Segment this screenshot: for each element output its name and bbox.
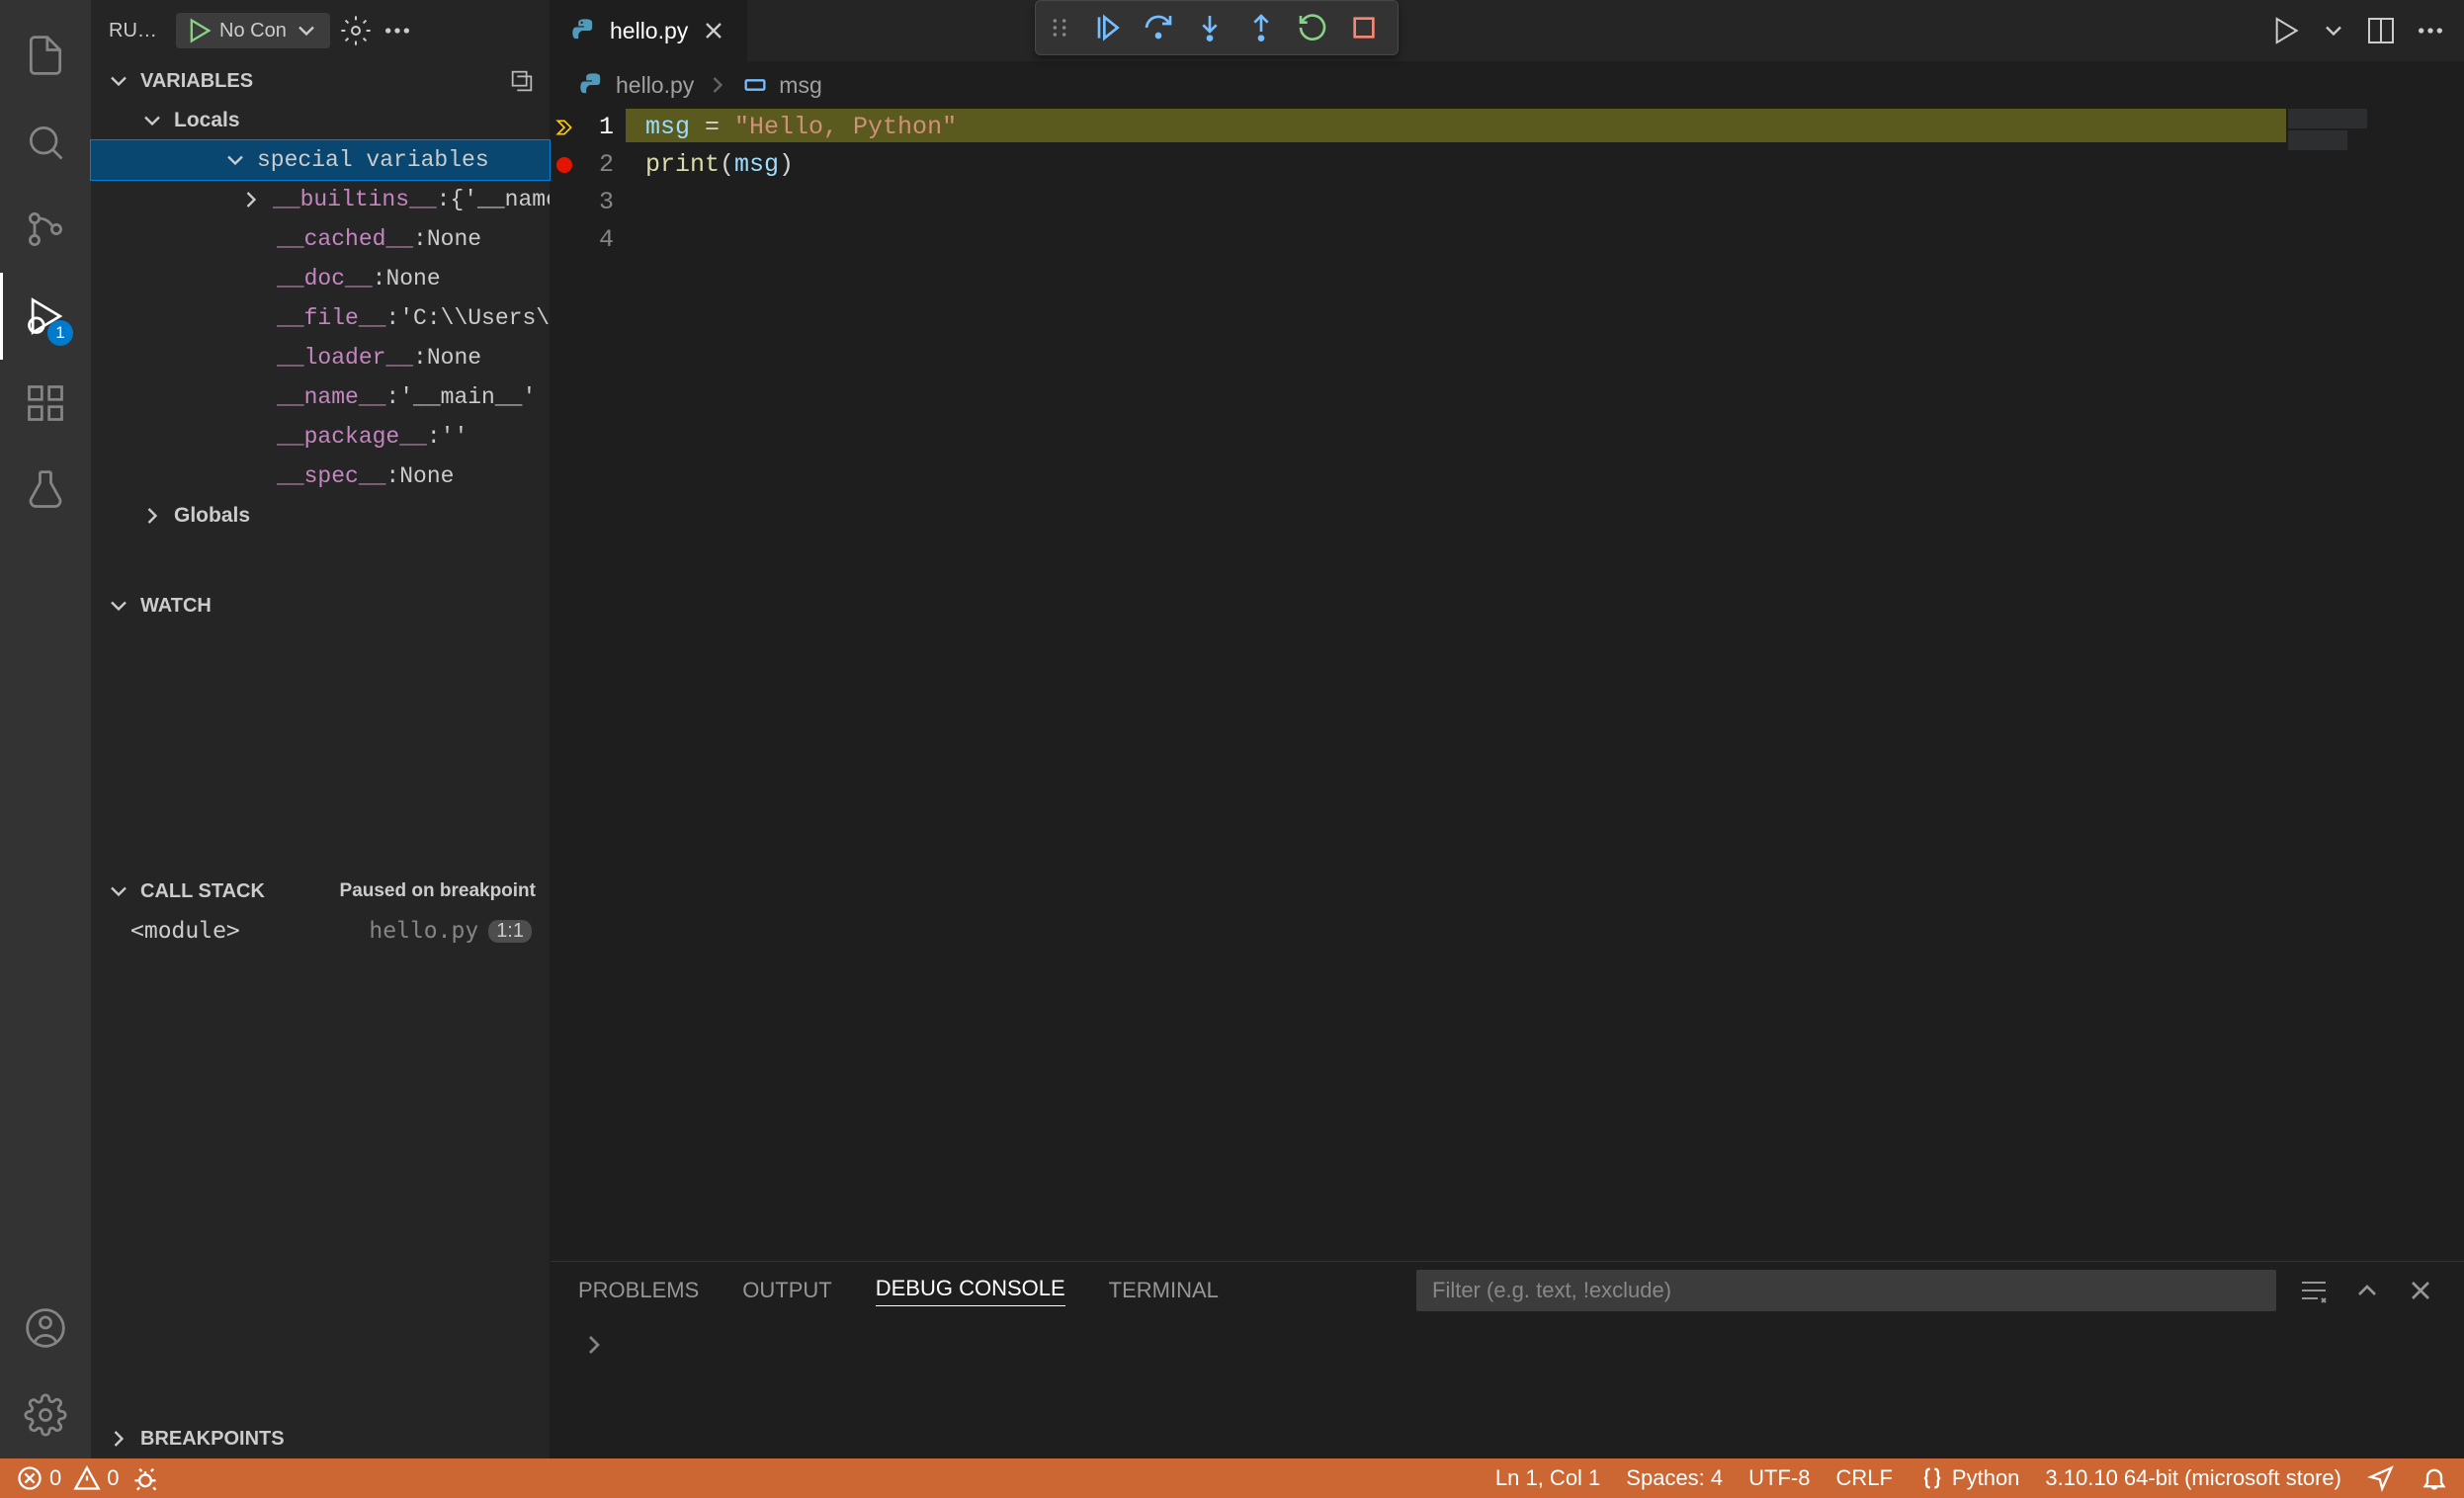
run-dropdown-icon[interactable] bbox=[2320, 17, 2347, 44]
globals-label: Globals bbox=[174, 504, 250, 528]
var-cached[interactable]: __cached__: None bbox=[91, 219, 550, 259]
panel-maximize-icon[interactable] bbox=[2351, 1275, 2383, 1306]
breadcrumb-symbol: msg bbox=[779, 72, 821, 99]
collapse-all-icon[interactable] bbox=[508, 67, 536, 95]
more-actions-icon[interactable] bbox=[382, 15, 413, 46]
tabs-row: hello.py bbox=[551, 0, 2464, 61]
run-file-icon[interactable] bbox=[2270, 15, 2302, 46]
status-encoding[interactable]: UTF-8 bbox=[1748, 1465, 1810, 1491]
locals-label: Locals bbox=[174, 109, 240, 132]
special-variables-row[interactable]: special variables bbox=[91, 140, 550, 180]
var-doc[interactable]: __doc__: None bbox=[91, 259, 550, 298]
step-over-button[interactable] bbox=[1135, 4, 1182, 51]
callstack-header[interactable]: Call Stack Paused on breakpoint bbox=[91, 872, 550, 911]
globals-scope[interactable]: Globals bbox=[91, 496, 550, 536]
frame-file: hello.py bbox=[369, 918, 478, 944]
code-line-2[interactable]: print(msg) bbox=[626, 146, 2464, 184]
debug-badge: 1 bbox=[47, 320, 73, 346]
debug-toolbar[interactable] bbox=[1035, 0, 1399, 55]
breadcrumb[interactable]: hello.py msg bbox=[551, 61, 2464, 109]
drag-grip-icon[interactable] bbox=[1046, 14, 1073, 42]
restart-button[interactable] bbox=[1289, 4, 1336, 51]
minimap[interactable] bbox=[2288, 109, 2446, 148]
bottom-panel: PROBLEMS OUTPUT DEBUG CONSOLE TERMINAL bbox=[551, 1261, 2464, 1458]
step-out-button[interactable] bbox=[1237, 4, 1285, 51]
var-file[interactable]: __file__: 'C:\\Users\\… bbox=[91, 298, 550, 338]
frame-function: <module> bbox=[130, 918, 240, 944]
tab-terminal[interactable]: TERMINAL bbox=[1109, 1278, 1219, 1303]
breakpoints-title: Breakpoints bbox=[140, 1428, 285, 1451]
tab-debug-console[interactable]: DEBUG CONSOLE bbox=[876, 1276, 1065, 1306]
settings-gear-icon[interactable] bbox=[0, 1372, 91, 1458]
status-ln-col[interactable]: Ln 1, Col 1 bbox=[1495, 1465, 1600, 1491]
debug-config-select[interactable]: No Con bbox=[176, 13, 330, 48]
tab-problems[interactable]: PROBLEMS bbox=[578, 1278, 699, 1303]
status-language[interactable]: Python bbox=[1918, 1464, 2020, 1492]
extensions-icon[interactable] bbox=[0, 360, 91, 447]
split-editor-icon[interactable] bbox=[2365, 15, 2397, 46]
variable-symbol-icon bbox=[741, 71, 769, 99]
search-icon[interactable] bbox=[0, 99, 91, 186]
tab-hello-py[interactable]: hello.py bbox=[551, 0, 748, 61]
line-numbers: 1 2 3 4 bbox=[578, 109, 626, 1261]
sidebar-title-row: RU… No Con bbox=[91, 0, 550, 61]
frame-position: 1:1 bbox=[488, 920, 532, 943]
sidebar-title: RU… bbox=[109, 20, 168, 42]
var-loader[interactable]: __loader__: None bbox=[91, 338, 550, 377]
breakpoint-icon[interactable] bbox=[556, 157, 572, 173]
explorer-icon[interactable] bbox=[0, 12, 91, 99]
status-warnings[interactable]: 0 bbox=[73, 1464, 119, 1492]
close-tab-icon[interactable] bbox=[700, 17, 727, 44]
watch-title: Watch bbox=[140, 595, 212, 618]
variables-title: Variables bbox=[140, 70, 253, 93]
clear-console-icon[interactable] bbox=[2298, 1275, 2330, 1306]
editor-area: hello.py bbox=[551, 0, 2464, 1458]
callstack-pane: Call Stack Paused on breakpoint <module>… bbox=[91, 872, 550, 1419]
status-eol[interactable]: CRLF bbox=[1835, 1465, 1892, 1491]
var-name[interactable]: __name__: '__main__' bbox=[91, 377, 550, 417]
breakpoints-header[interactable]: Breakpoints bbox=[91, 1419, 550, 1458]
step-into-button[interactable] bbox=[1186, 4, 1233, 51]
continue-button[interactable] bbox=[1083, 4, 1131, 51]
var-spec[interactable]: __spec__: None bbox=[91, 457, 550, 496]
status-bell-icon[interactable] bbox=[2421, 1464, 2448, 1492]
breadcrumb-file: hello.py bbox=[616, 72, 694, 99]
status-bar: 0 0 Ln 1, Col 1 Spaces: 4 UTF-8 CRLF Pyt… bbox=[0, 1458, 2464, 1498]
panel-close-icon[interactable] bbox=[2405, 1275, 2436, 1306]
status-spaces[interactable]: Spaces: 4 bbox=[1626, 1465, 1723, 1491]
activity-bar: 1 bbox=[0, 0, 91, 1458]
run-debug-icon[interactable]: 1 bbox=[0, 273, 91, 360]
sidebar: RU… No Con Variables bbox=[91, 0, 551, 1458]
tab-output[interactable]: OUTPUT bbox=[742, 1278, 831, 1303]
status-errors[interactable]: 0 bbox=[16, 1464, 61, 1492]
source-control-icon[interactable] bbox=[0, 186, 91, 273]
testing-icon[interactable] bbox=[0, 447, 91, 534]
watch-header[interactable]: Watch bbox=[91, 586, 550, 625]
console-filter-input[interactable] bbox=[1416, 1270, 2276, 1311]
console-prompt-icon[interactable] bbox=[578, 1329, 2436, 1361]
accounts-icon[interactable] bbox=[0, 1285, 91, 1372]
callstack-title: Call Stack bbox=[140, 880, 265, 903]
stack-frame[interactable]: <module> hello.py 1:1 bbox=[91, 911, 550, 951]
var-package[interactable]: __package__: '' bbox=[91, 417, 550, 457]
editor-more-icon[interactable] bbox=[2415, 15, 2446, 46]
locals-scope[interactable]: Locals bbox=[91, 101, 550, 140]
watch-pane: Watch bbox=[91, 586, 550, 872]
special-variables-label: special variables bbox=[257, 147, 489, 173]
code-editor[interactable]: 1 2 3 4 msg = "Hello, Python" print(msg) bbox=[551, 109, 2464, 1261]
variables-header[interactable]: Variables bbox=[91, 61, 550, 101]
execution-pointer-icon bbox=[554, 118, 574, 137]
var-builtins[interactable]: __builtins__: {'__name… bbox=[91, 180, 550, 219]
debug-config-label: No Con bbox=[219, 20, 287, 42]
python-file-icon bbox=[570, 17, 598, 44]
stop-button[interactable] bbox=[1340, 4, 1388, 51]
status-feedback-icon[interactable] bbox=[2367, 1464, 2395, 1492]
debug-configure-icon[interactable] bbox=[340, 15, 372, 46]
status-interpreter[interactable]: 3.10.10 64-bit (microsoft store) bbox=[2045, 1465, 2341, 1491]
status-debug-indicator[interactable] bbox=[131, 1464, 159, 1492]
variables-pane: Variables Locals special variables __bui… bbox=[91, 61, 550, 586]
tab-label: hello.py bbox=[610, 18, 688, 44]
python-file-icon bbox=[578, 71, 606, 99]
callstack-status: Paused on breakpoint bbox=[340, 880, 536, 902]
